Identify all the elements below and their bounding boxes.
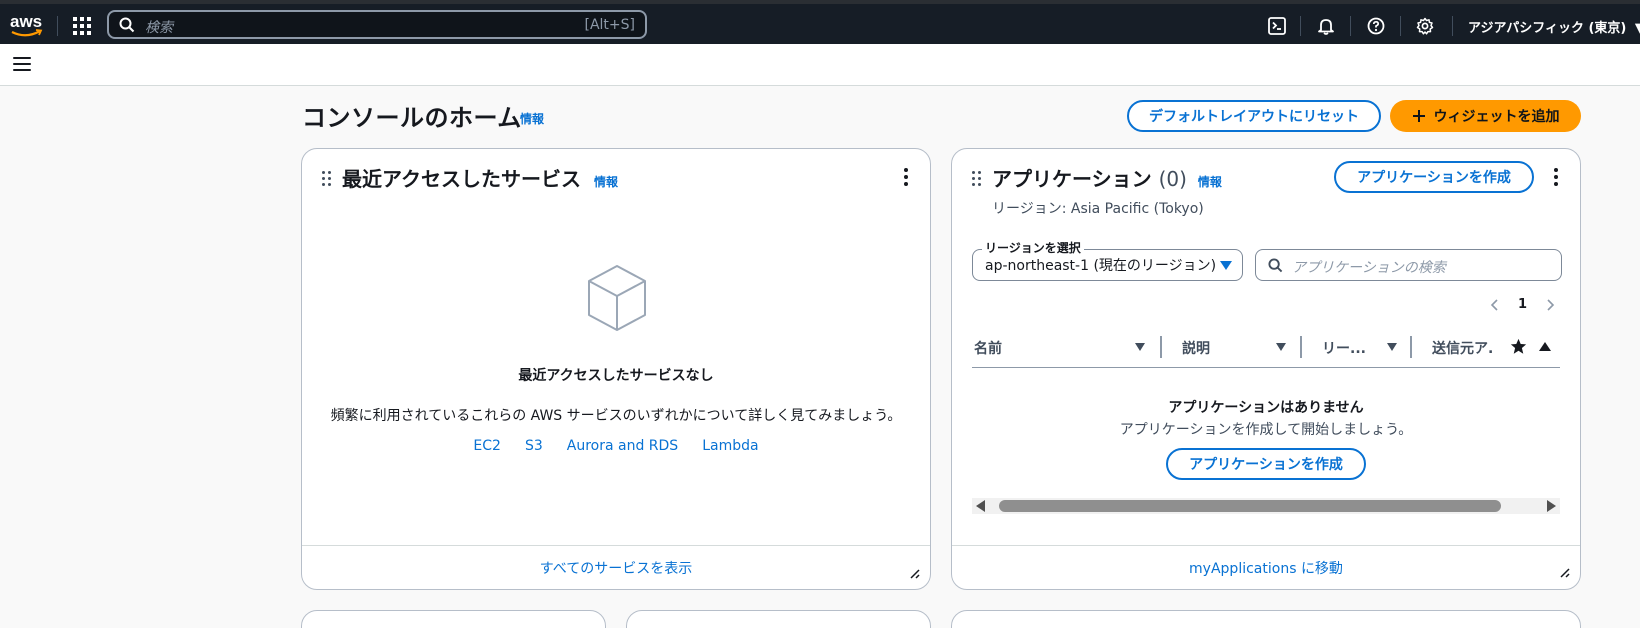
- secondary-toolbar: [0, 44, 1640, 86]
- column-resizer[interactable]: [1410, 336, 1412, 358]
- svg-text:aws: aws: [10, 12, 42, 31]
- nav-divider: [57, 16, 58, 36]
- column-header-name[interactable]: 名前: [974, 338, 1002, 358]
- empty-cube-icon: [588, 265, 646, 331]
- empty-state-title: 最近アクセスしたサービスなし: [518, 368, 714, 384]
- settings-gear-icon[interactable]: [1414, 15, 1436, 37]
- nav-divider: [1452, 16, 1453, 36]
- top-navigation: aws 検索 [Alt+S] アジアパシフィック (東京) ▼: [0, 0, 1640, 44]
- widget-title-text: アプリケーション: [992, 167, 1152, 191]
- column-resizer[interactable]: [1300, 336, 1302, 358]
- add-widget-button[interactable]: ウィジェットを追加: [1390, 100, 1581, 132]
- nav-divider: [1300, 16, 1301, 36]
- widget-title: アプリケーション (0) 情報: [992, 163, 1222, 192]
- current-region-label: リージョン: Asia Pacific (Tokyo): [992, 201, 1204, 217]
- aws-logo-icon[interactable]: aws: [8, 10, 44, 40]
- empty-state-description: 頻繁に利用されているこれらの AWS サービスのいずれかについて詳しく見てみまし…: [330, 408, 902, 424]
- widget-more-actions-icon[interactable]: [1546, 167, 1566, 187]
- go-to-myapplications-link[interactable]: myApplications に移動: [1189, 558, 1343, 578]
- scrollbar-thumb[interactable]: [999, 500, 1501, 512]
- resize-handle-icon[interactable]: [1558, 566, 1570, 578]
- application-count: (0): [1158, 167, 1187, 191]
- search-icon: [119, 17, 135, 33]
- menu-hamburger-icon[interactable]: [13, 57, 31, 73]
- pagination: 1: [1490, 297, 1555, 312]
- widget-card: [301, 610, 606, 628]
- empty-create-application-button[interactable]: アプリケーションを作成: [1166, 448, 1366, 480]
- page-number[interactable]: 1: [1518, 297, 1527, 312]
- column-header-description[interactable]: 説明: [1182, 338, 1210, 358]
- empty-applications-title: アプリケーションはありません: [1168, 400, 1364, 416]
- widget-card: [626, 610, 931, 628]
- application-search-input[interactable]: アプリケーションの検索: [1255, 249, 1562, 281]
- sort-ascending-icon[interactable]: [1539, 342, 1551, 351]
- service-link-aurora-rds[interactable]: Aurora and RDS: [567, 438, 678, 454]
- widget-more-actions-icon[interactable]: [896, 167, 916, 187]
- star-icon[interactable]: [1510, 338, 1527, 355]
- suggested-services: EC2 S3 Aurora and RDS Lambda: [302, 438, 930, 454]
- widget-title-text: 最近アクセスしたサービス: [342, 167, 581, 191]
- scroll-right-arrow-icon[interactable]: [1546, 500, 1556, 512]
- resize-handle-icon[interactable]: [908, 567, 920, 579]
- table-header-divider: [972, 367, 1560, 368]
- region-select-value: ap-northeast-1 (現在のリージョン): [985, 258, 1217, 274]
- cloudshell-icon[interactable]: [1266, 15, 1288, 37]
- view-all-services-link[interactable]: すべてのサービスを表示: [540, 558, 692, 578]
- search-placeholder: アプリケーションの検索: [1292, 260, 1446, 276]
- caret-down-icon: ▼: [1634, 21, 1640, 36]
- drag-handle-icon[interactable]: [972, 171, 982, 187]
- empty-applications-description: アプリケーションを作成して開始しましょう。: [1119, 422, 1413, 438]
- scroll-left-arrow-icon[interactable]: [976, 500, 986, 512]
- column-header-source[interactable]: 送信元ア...: [1432, 338, 1492, 358]
- service-link-s3[interactable]: S3: [525, 438, 543, 454]
- nav-divider: [1400, 16, 1401, 36]
- widget-card: [951, 610, 1581, 628]
- chevron-right-icon[interactable]: [1547, 298, 1555, 311]
- add-widget-label: ウィジェットを追加: [1433, 109, 1560, 125]
- chevron-left-icon[interactable]: [1490, 298, 1498, 311]
- help-icon[interactable]: [1365, 15, 1387, 37]
- search-shortcut: [Alt+S]: [584, 17, 636, 33]
- sort-icon[interactable]: [1276, 343, 1286, 351]
- region-label: アジアパシフィック (東京): [1468, 21, 1627, 36]
- page-title: コンソールのホーム: [302, 104, 522, 132]
- caret-down-icon: [1220, 261, 1232, 270]
- plus-icon: [1412, 110, 1425, 122]
- widget-info-link[interactable]: 情報: [594, 175, 618, 189]
- global-search-input[interactable]: 検索 [Alt+S]: [107, 10, 647, 39]
- service-link-lambda[interactable]: Lambda: [702, 438, 758, 454]
- sort-icon[interactable]: [1387, 343, 1397, 351]
- search-icon: [1268, 258, 1283, 273]
- applications-widget: アプリケーション (0) 情報 アプリケーションを作成 リージョン: Asia …: [951, 148, 1581, 590]
- widget-footer: myApplications に移動: [952, 545, 1580, 589]
- service-link-ec2[interactable]: EC2: [473, 438, 501, 454]
- page-info-link[interactable]: 情報: [520, 110, 544, 127]
- widget-footer: すべてのサービスを表示: [302, 545, 930, 589]
- reset-layout-button[interactable]: デフォルトレイアウトにリセット: [1127, 100, 1381, 132]
- widget-info-link[interactable]: 情報: [1198, 175, 1222, 189]
- notifications-bell-icon[interactable]: [1315, 15, 1337, 37]
- search-placeholder: 検索: [145, 20, 173, 36]
- region-select-label: リージョンを選択: [982, 239, 1084, 256]
- column-header-region[interactable]: リー...: [1322, 338, 1366, 358]
- region-selector[interactable]: アジアパシフィック (東京) ▼: [1468, 17, 1640, 36]
- column-resizer[interactable]: [1160, 336, 1162, 358]
- create-application-button[interactable]: アプリケーションを作成: [1334, 161, 1534, 193]
- nav-divider: [1350, 16, 1351, 36]
- widget-title: 最近アクセスしたサービス 情報: [342, 163, 618, 192]
- sort-icon[interactable]: [1135, 343, 1145, 351]
- recently-visited-widget: 最近アクセスしたサービス 情報 最近アクセスしたサービスなし 頻繁に利用されてい…: [301, 148, 931, 590]
- drag-handle-icon[interactable]: [322, 171, 332, 187]
- services-menu-icon[interactable]: [70, 14, 94, 38]
